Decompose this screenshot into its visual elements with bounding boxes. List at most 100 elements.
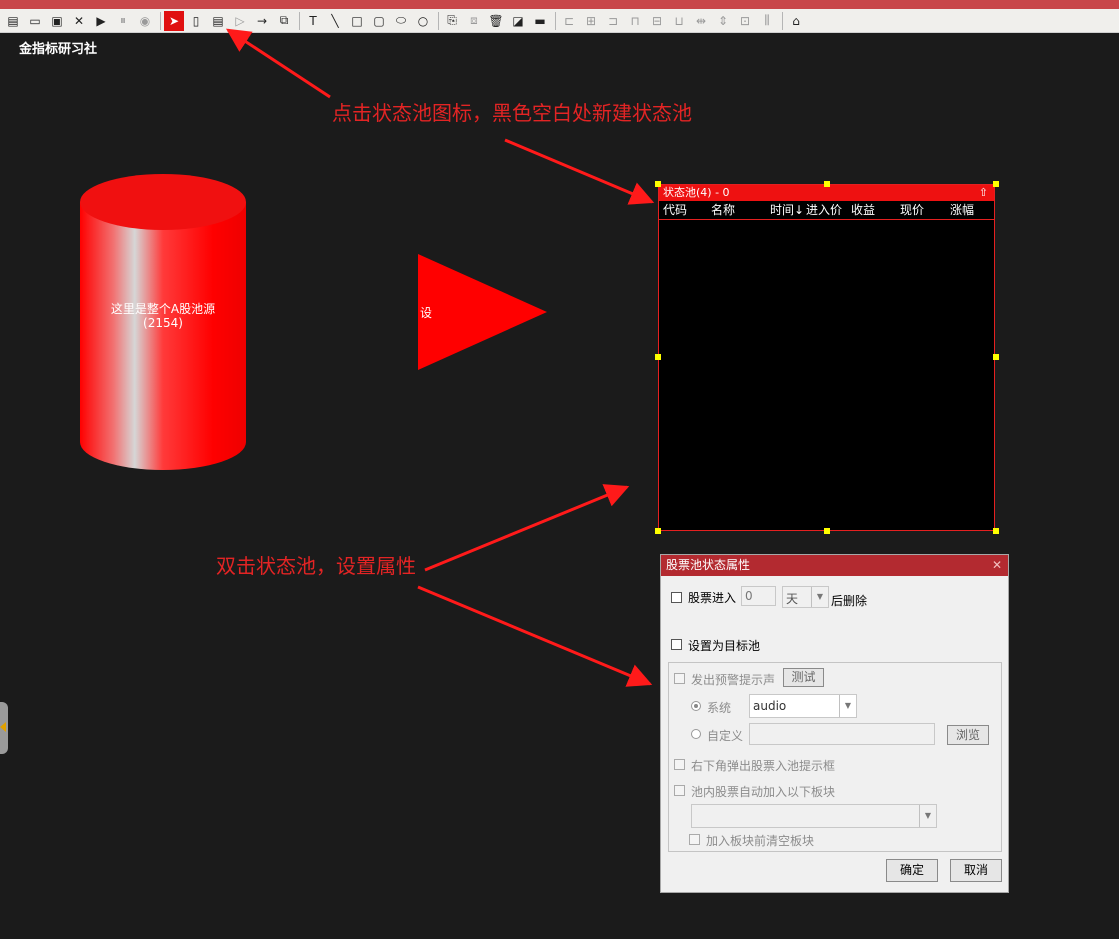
block-select[interactable]: ▼ (691, 804, 937, 828)
side-panel-toggle[interactable] (0, 702, 8, 754)
duplicate-icon[interactable]: ⧈ (464, 11, 484, 31)
resize-handle[interactable] (655, 181, 661, 187)
unit-select[interactable]: 天 ▼ (782, 586, 829, 608)
system-label: 系统 (707, 701, 732, 715)
browse-button[interactable]: 浏览 (947, 725, 989, 745)
system-sound-select[interactable]: audio ▼ (749, 694, 857, 718)
save-icon[interactable]: ▣ (47, 11, 67, 31)
radio-dot-icon (694, 704, 698, 708)
toolbar-separator (299, 11, 300, 30)
cylinder-icon[interactable]: ▯ (186, 11, 206, 31)
stock-enter-label: 股票进入 (688, 591, 737, 605)
stop-icon[interactable]: ◉ (135, 11, 155, 31)
dialog-title-bar[interactable]: 股票池状态属性 ✕ (661, 555, 1008, 576)
cylinder-label: 这里是整个A股池源 (2154) (80, 302, 246, 330)
dialog-title: 股票池状态属性 (666, 558, 751, 572)
column-header-current-price[interactable]: 现价 (900, 202, 924, 219)
popup-notice-checkbox[interactable] (674, 759, 685, 770)
circle-icon[interactable]: ○ (413, 11, 433, 31)
state-pool-title: 状态池(4) - 0 (663, 186, 730, 199)
rectangle-icon[interactable]: □ (347, 11, 367, 31)
days-input[interactable]: 0 (741, 586, 776, 606)
state-pool-icon[interactable]: ▤ (208, 11, 228, 31)
column-header-return[interactable]: 收益 (851, 202, 875, 219)
column-header-time[interactable]: 时间↓ (770, 202, 804, 219)
distribute-icon[interactable]: ⫼ (757, 11, 777, 31)
cancel-button[interactable]: 取消 (950, 859, 1002, 882)
resize-handle[interactable] (655, 528, 661, 534)
line-icon[interactable]: ╲ (325, 11, 345, 31)
column-header-change[interactable]: 涨幅 (950, 202, 974, 219)
stroke-icon[interactable]: ▬ (530, 11, 550, 31)
same-width-icon[interactable]: ⇹ (691, 11, 711, 31)
ok-button[interactable]: 确定 (886, 859, 938, 882)
window-top-accent (0, 0, 1119, 9)
collapse-up-icon[interactable]: ⇧ (979, 185, 988, 201)
pause-icon[interactable]: ⏸ (113, 11, 133, 31)
expand-arrow-icon (0, 722, 6, 732)
fill-icon[interactable]: ◪ (508, 11, 528, 31)
paste-icon[interactable]: ⎘ (442, 11, 462, 31)
same-size-icon[interactable]: ⊡ (735, 11, 755, 31)
align-center-icon[interactable]: ⊞ (581, 11, 601, 31)
auto-add-label: 池内股票自动加入以下板块 (691, 785, 836, 799)
state-pool-title-bar[interactable]: 状态池(4) - 0 ⇧ (659, 185, 994, 201)
resize-handle[interactable] (993, 181, 999, 187)
align-top-icon[interactable]: ⊓ (625, 11, 645, 31)
alert-sound-checkbox[interactable] (674, 673, 685, 684)
state-pool-header-row: 代码 名称 时间↓ 进入价 收益 现价 涨幅 (659, 202, 994, 220)
popup-notice-label: 右下角弹出股票入池提示框 (691, 759, 836, 773)
copy-window-icon[interactable]: ⧉ (274, 11, 294, 31)
cylinder-label-count: (2154) (143, 316, 183, 330)
pool-properties-dialog: 股票池状态属性 ✕ 股票进入 0 天 ▼ 后删除 设置为目标池 发出预警提示声 … (660, 554, 1009, 893)
resize-handle[interactable] (993, 354, 999, 360)
toolbar-separator (555, 11, 556, 30)
target-pool-checkbox[interactable] (671, 639, 682, 650)
toolbar-separator (438, 11, 439, 30)
state-pool-window[interactable]: 状态池(4) - 0 ⇧ 代码 名称 时间↓ 进入价 收益 现价 涨幅 (658, 184, 995, 531)
app-brand-title: 金指标研习社 (19, 42, 98, 57)
align-middle-icon[interactable]: ⊟ (647, 11, 667, 31)
close-x-icon[interactable]: ✕ (69, 11, 89, 31)
alert-sound-label: 发出预警提示声 (691, 673, 776, 687)
column-header-entry-price[interactable]: 进入价 (806, 202, 842, 219)
system-radio[interactable] (691, 701, 701, 711)
column-header-name[interactable]: 名称 (711, 202, 735, 219)
test-button[interactable]: 测试 (783, 668, 824, 687)
unit-select-value: 天 (786, 592, 799, 606)
align-bottom-icon[interactable]: ⊔ (669, 11, 689, 31)
align-right-icon[interactable]: ⊐ (603, 11, 623, 31)
network-icon[interactable]: ⌂ (786, 11, 806, 31)
condition-triangle[interactable] (416, 252, 550, 372)
triangle-icon[interactable]: ▷ (230, 11, 250, 31)
custom-radio[interactable] (691, 729, 701, 739)
system-sound-value: audio (753, 699, 787, 713)
resize-handle[interactable] (824, 528, 830, 534)
close-icon[interactable]: ✕ (992, 555, 1002, 576)
new-file-icon[interactable]: ▤ (3, 11, 23, 31)
ellipse-icon[interactable]: ⬭ (391, 11, 411, 31)
pointer-icon[interactable]: ➤ (164, 10, 184, 31)
column-header-code[interactable]: 代码 (663, 202, 687, 219)
resize-handle[interactable] (824, 181, 830, 187)
custom-sound-path-input[interactable] (749, 723, 935, 745)
target-pool-label: 设置为目标池 (688, 639, 761, 653)
clear-before-checkbox[interactable] (689, 834, 700, 845)
auto-add-checkbox[interactable] (674, 785, 685, 796)
toolbar-separator (160, 11, 161, 30)
chevron-down-icon: ▼ (811, 587, 828, 607)
arrow-icon[interactable]: → (252, 11, 272, 31)
annotation-set-properties: 双击状态池，设置属性 (216, 554, 416, 578)
same-height-icon[interactable]: ⇕ (713, 11, 733, 31)
stock-enter-checkbox[interactable] (671, 592, 682, 603)
toolbar: ▤ ▭ ▣ ✕ ▶ ⏸ ◉ ➤ ▯ ▤ ▷ → ⧉ T ╲ □ ▢ ⬭ ○ ⎘ … (0, 9, 1119, 33)
play-icon[interactable]: ▶ (91, 11, 111, 31)
align-left-icon[interactable]: ⊏ (559, 11, 579, 31)
rounded-rect-icon[interactable]: ▢ (369, 11, 389, 31)
delete-after-label: 后删除 (831, 594, 868, 608)
text-icon[interactable]: T (303, 11, 323, 31)
resize-handle[interactable] (655, 354, 661, 360)
open-folder-icon[interactable]: ▭ (25, 11, 45, 31)
resize-handle[interactable] (993, 528, 999, 534)
delete-icon[interactable]: 🗑 (486, 11, 506, 31)
